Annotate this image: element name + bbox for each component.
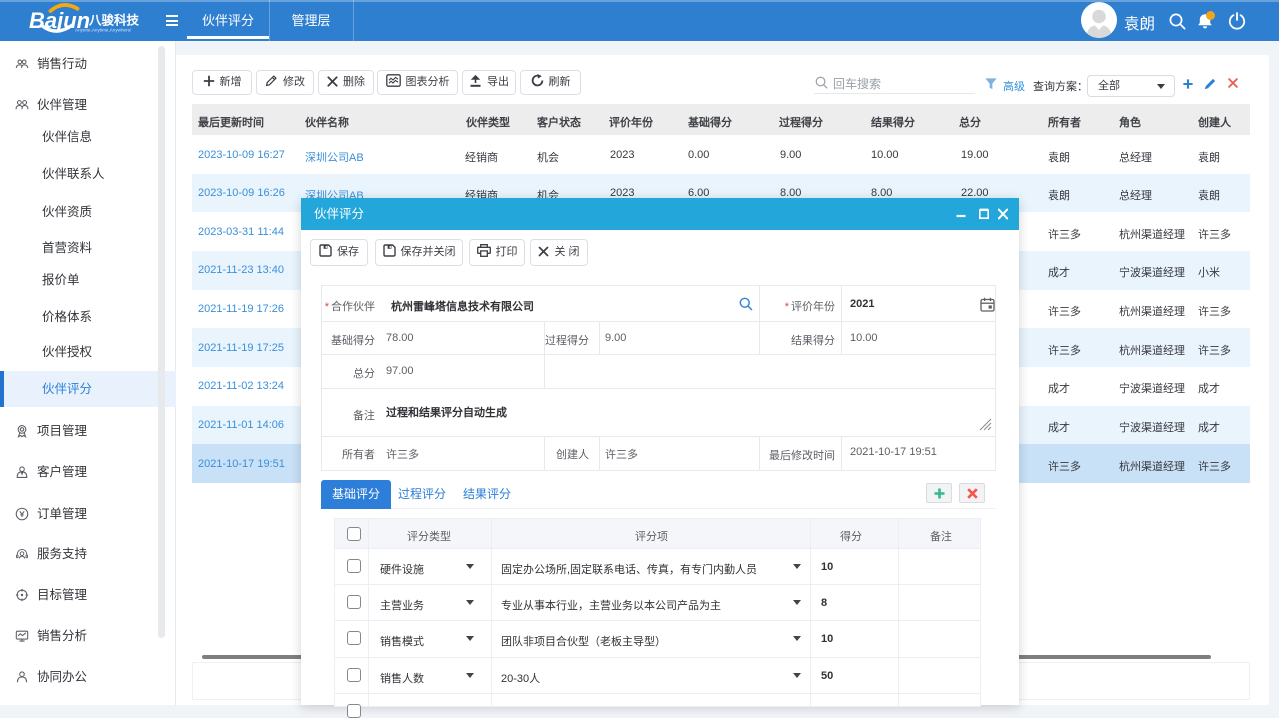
svg-text:八骏科技: 八骏科技 — [88, 13, 140, 28]
svg-text:Anyone,Anytime,Anywhere!: Anyone,Anytime,Anywhere! — [75, 28, 131, 33]
